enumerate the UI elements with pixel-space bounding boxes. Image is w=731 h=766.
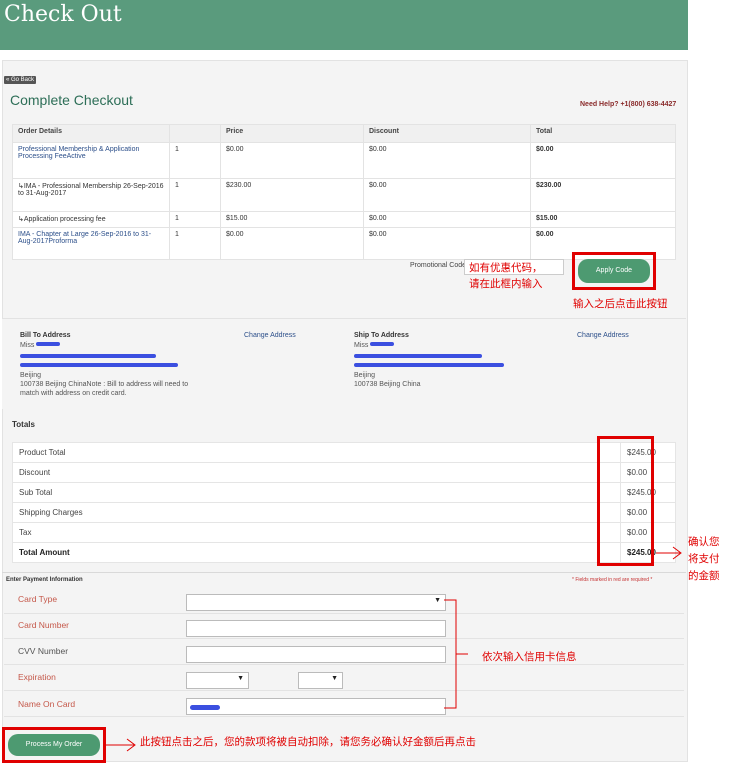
card-type-select[interactable]: ▼ — [186, 594, 446, 611]
name-on-card-label: Name On Card — [18, 699, 76, 709]
totals-label: Total Amount — [12, 542, 621, 563]
payment-row — [4, 665, 684, 691]
column-header: Order Details — [12, 124, 170, 143]
order-discount: $0.00 — [363, 178, 531, 212]
card-type-label: Card Type — [18, 594, 58, 604]
bracket-arrow-icon — [444, 599, 468, 709]
expiration-month-select[interactable]: ▼ — [186, 672, 249, 689]
confirm-amount-annotation: 确认您将支付的金额 — [688, 536, 720, 582]
page-header-title: Check Out — [4, 2, 122, 27]
order-item[interactable]: Professional Membership & Application Pr… — [12, 142, 170, 179]
totals-highlight-box — [597, 436, 654, 566]
totals-label: Shipping Charges — [12, 502, 621, 523]
order-table: Order Details Price Discount Total Profe… — [12, 124, 676, 260]
order-item[interactable]: IMA - Chapter at Large 26-Sep-2016 to 31… — [12, 227, 170, 260]
totals-label: Tax — [12, 522, 621, 543]
chevron-down-icon: ▼ — [237, 675, 244, 682]
redacted-name — [190, 705, 220, 710]
right-arrow-icon — [656, 546, 682, 560]
chevron-down-icon: ▼ — [434, 597, 441, 604]
order-discount: $0.00 — [363, 227, 531, 260]
ship-to-title: Ship To Address — [354, 332, 409, 339]
chevron-down-icon: ▼ — [331, 675, 338, 682]
table-row: Shipping Charges $0.00 — [12, 502, 676, 523]
order-table-header: Order Details Price Discount Total — [12, 124, 676, 143]
order-total: $15.00 — [530, 211, 676, 228]
column-header: Discount — [363, 124, 531, 143]
card-number-label: Card Number — [18, 620, 70, 630]
card-number-input[interactable] — [186, 620, 446, 637]
order-price: $0.00 — [220, 227, 364, 260]
order-discount: $0.00 — [363, 211, 531, 228]
ship-city: Beijing — [354, 372, 376, 379]
bill-to-title: Bill To Address — [20, 332, 71, 339]
go-back-button[interactable]: « Go Back — [4, 76, 37, 84]
required-note: * Fields marked in red are required * — [572, 577, 653, 583]
totals-label: Product Total — [12, 442, 621, 463]
apply-annotation: 输入之后点击此按钮 — [573, 298, 668, 310]
bill-note: match with address on credit card. — [20, 390, 127, 397]
order-discount: $0.00 — [363, 142, 531, 179]
right-arrow-icon — [106, 738, 136, 752]
totals-table: Product Total $245.00 Discount $0.00 Sub T… — [12, 442, 676, 563]
table-row: Discount $0.00 — [12, 462, 676, 483]
redacted-name — [36, 342, 60, 346]
order-qty: 1 — [169, 227, 221, 260]
redacted-name — [370, 342, 394, 346]
page-header: Check Out — [0, 0, 688, 50]
table-row: ↳Application processing fee 1 $15.00 $0.… — [12, 211, 676, 228]
order-price: $0.00 — [220, 142, 364, 179]
promo-code-label: Promotional Code — [410, 262, 467, 269]
table-row: Sub Total $245.00 — [12, 482, 676, 503]
process-annotation: 此按钮点击之后，您的款项将被自动扣除，请您务必确认好金额后再点击 — [140, 736, 476, 748]
name-on-card-input[interactable] — [186, 698, 446, 715]
table-row: Total Amount $245.00 — [12, 542, 676, 563]
cvv-label: CVV Number — [18, 646, 69, 656]
table-row: Professional Membership & Application Pr… — [12, 142, 676, 179]
redacted-address — [20, 363, 178, 367]
column-header — [169, 124, 221, 143]
order-price: $230.00 — [220, 178, 364, 212]
bill-salutation: Miss — [20, 342, 35, 349]
ship-salutation: Miss — [354, 342, 369, 349]
payment-title: Enter Payment Information — [6, 577, 83, 583]
change-bill-address-link[interactable]: Change Address — [244, 332, 296, 339]
redacted-address — [20, 354, 156, 358]
order-qty: 1 — [169, 142, 221, 179]
process-highlight-box — [2, 727, 106, 763]
card-info-annotation: 依次输入信用卡信息 — [482, 651, 577, 663]
order-price: $15.00 — [220, 211, 364, 228]
order-item: ↳Application processing fee — [12, 211, 170, 228]
bill-city: Beijing — [20, 372, 42, 379]
totals-label: Discount — [12, 462, 621, 483]
order-qty: 1 — [169, 211, 221, 228]
help-phone: Need Help? +1(800) 638-4427 — [580, 101, 677, 108]
order-item: ↳IMA - Professional Membership 26-Sep-20… — [12, 178, 170, 212]
expiration-year-select[interactable]: ▼ — [298, 672, 343, 689]
redacted-address — [354, 354, 482, 358]
bill-note: 100738 Beijing ChinaNote : Bill to addre… — [20, 381, 189, 388]
ship-note: 100738 Beijing China — [354, 381, 421, 388]
change-ship-address-link[interactable]: Change Address — [577, 332, 629, 339]
apply-highlight-box — [572, 252, 656, 290]
expiration-label: Expiration — [18, 672, 56, 682]
cvv-input[interactable] — [186, 646, 446, 663]
order-qty: 1 — [169, 178, 221, 212]
table-row: Product Total $245.00 — [12, 442, 676, 463]
redacted-address — [354, 363, 504, 367]
promo-annotation-line: 请在此框内输入 — [469, 278, 543, 290]
order-total: $230.00 — [530, 178, 676, 212]
totals-title: Totals — [12, 420, 35, 429]
column-header: Price — [220, 124, 364, 143]
promo-annotation-line: 如有优惠代码， — [469, 262, 543, 274]
column-header: Total — [530, 124, 676, 143]
page-title: Complete Checkout — [10, 92, 133, 108]
promo-annotation: 如有优惠代码， 请在此框内输入 — [469, 260, 543, 292]
table-row: Tax $0.00 — [12, 522, 676, 543]
totals-label: Sub Total — [12, 482, 621, 503]
order-total: $0.00 — [530, 142, 676, 179]
table-row: ↳IMA - Professional Membership 26-Sep-20… — [12, 178, 676, 212]
